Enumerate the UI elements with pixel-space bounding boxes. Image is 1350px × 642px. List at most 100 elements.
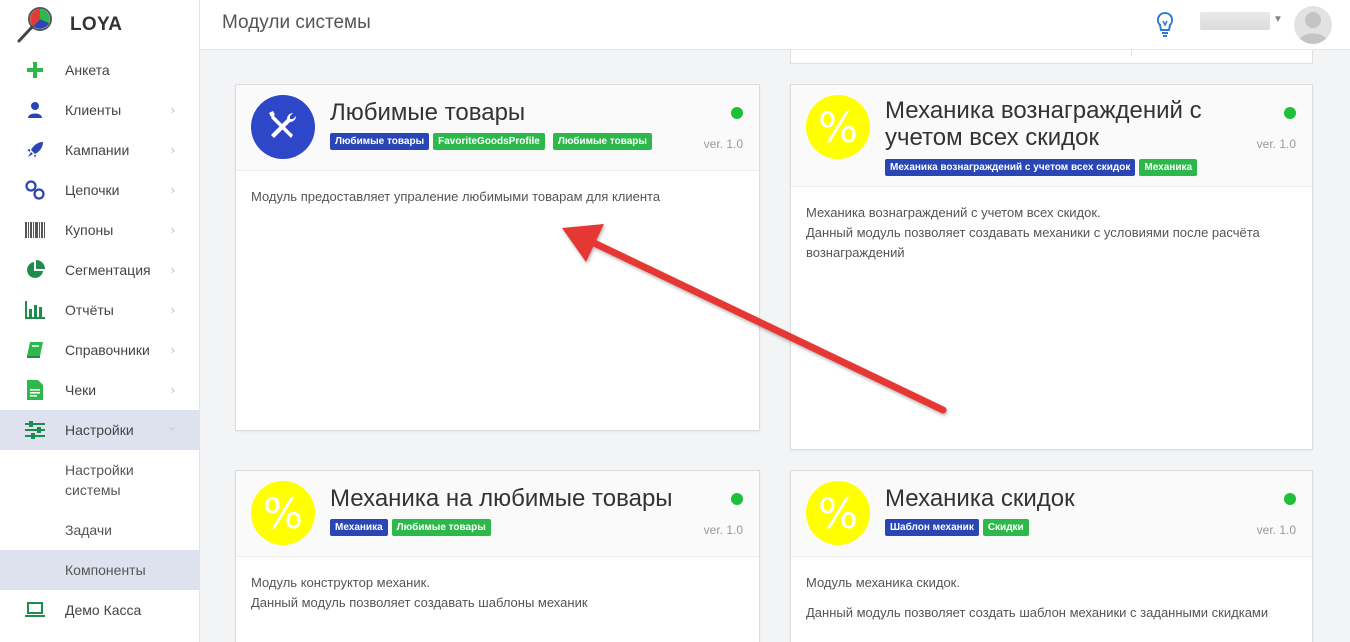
- card-description: Модуль механика скидок. Данный модуль по…: [791, 557, 1312, 639]
- card-description: Механика вознаграждений с учетом всех ск…: [791, 187, 1312, 279]
- sidebar-item-settings[interactable]: Настройки ›: [0, 410, 199, 450]
- card-tags: Шаблон механик Скидки: [885, 519, 1029, 536]
- card-version: ver. 1.0: [1256, 137, 1296, 151]
- lightbulb-icon[interactable]: [1155, 11, 1175, 44]
- pie-chart-icon: [24, 259, 46, 281]
- card-header: Любимые товары Любимые товары FavoriteGo…: [236, 85, 759, 171]
- card-version: ver. 1.0: [703, 523, 743, 537]
- receipt-icon: [24, 379, 46, 401]
- sidebar-item-label: Анкета: [65, 62, 110, 78]
- card-header: % Механика скидок Шаблон механик Скидки …: [791, 471, 1312, 557]
- book-icon: [24, 339, 46, 361]
- user-icon: [24, 99, 46, 121]
- sidebar-item-label: Купоны: [65, 222, 114, 238]
- sidebar-subitem-label: Задачи: [65, 522, 113, 538]
- tag[interactable]: FavoriteGoodsProfile: [433, 133, 545, 150]
- sidebar-item-references[interactable]: Справочники ›: [0, 330, 199, 370]
- avatar[interactable]: [1294, 6, 1332, 44]
- module-card-rewards-all-discounts[interactable]: % Механика вознаграждений с учетом всех …: [790, 84, 1313, 450]
- sidebar-item-label: Цепочки: [65, 182, 120, 198]
- page-title: Модули системы: [222, 12, 371, 33]
- sidebar-subitem-system-settings[interactable]: Настройки системы: [0, 450, 199, 510]
- sidebar-item-label: Клиенты: [65, 102, 122, 118]
- percent-symbol: %: [818, 488, 858, 538]
- card-tags: Любимые товары FavoriteGoodsProfile Люби…: [330, 133, 652, 150]
- card-description: Модуль предоставляет упраление любимыми …: [236, 171, 759, 223]
- card-title: Механика скидок: [885, 485, 1075, 512]
- sidebar-item-campaigns[interactable]: Кампании ›: [0, 130, 199, 170]
- sidebar-item-coupons[interactable]: Купоны ›: [0, 210, 199, 250]
- sidebar-item-demo-cashier[interactable]: Демо Касса: [0, 590, 199, 630]
- user-name-blurred[interactable]: [1200, 12, 1270, 30]
- sidebar-subitem-tasks[interactable]: Задачи: [0, 510, 199, 550]
- caret-down-icon[interactable]: ▼: [1273, 14, 1283, 25]
- tag[interactable]: Любимые товары: [330, 133, 430, 150]
- description-line: Модуль конструктор механик.: [251, 575, 430, 590]
- loya-logo-icon: [16, 5, 56, 45]
- card-description: Модуль конструктор механик. Данный модул…: [236, 557, 759, 629]
- card-header: % Механика на любимые товары Механика Лю…: [236, 471, 759, 557]
- module-card-favorite-goods-mechanics[interactable]: % Механика на любимые товары Механика Лю…: [235, 470, 760, 642]
- sidebar-item-anketa[interactable]: Анкета: [0, 50, 199, 90]
- chevron-right-icon: ›: [170, 222, 175, 237]
- sidebar-subitem-label: Настройки системы: [65, 462, 134, 498]
- card-version: ver. 1.0: [1256, 523, 1296, 537]
- card-title: Механика на любимые товары: [330, 485, 673, 512]
- status-active-indicator: [731, 107, 743, 119]
- barcode-icon: [24, 219, 46, 241]
- sidebar-item-label: Кампании: [65, 142, 130, 158]
- top-header: Модули системы ▼: [200, 0, 1350, 50]
- status-active-indicator: [731, 493, 743, 505]
- chevron-right-icon: ›: [170, 302, 175, 317]
- chevron-right-icon: ›: [170, 382, 175, 397]
- module-card-discount-mechanics[interactable]: % Механика скидок Шаблон механик Скидки …: [790, 470, 1313, 642]
- tag[interactable]: Механика: [330, 519, 388, 536]
- tag[interactable]: Любимые товары: [391, 519, 491, 536]
- sidebar-subitem-label: Компоненты: [65, 562, 146, 578]
- status-active-indicator: [1284, 493, 1296, 505]
- card-fragment: [790, 50, 1313, 64]
- card-tags: Механика вознаграждений с учетом всех ск…: [885, 159, 1198, 176]
- description-line: Данный модуль позволяет создавать шаблон…: [251, 595, 588, 610]
- chain-icon: [24, 179, 46, 201]
- wrench-screwdriver-icon: [251, 95, 315, 159]
- sidebar-item-reports[interactable]: Отчёты ›: [0, 290, 199, 330]
- percent-symbol: %: [263, 488, 303, 538]
- sidebar-item-label: Настройки: [65, 422, 134, 438]
- chevron-right-icon: ›: [170, 262, 175, 277]
- sidebar-subitem-components[interactable]: Компоненты: [0, 550, 199, 590]
- tag[interactable]: Шаблон механик: [885, 519, 979, 536]
- status-active-indicator: [1284, 107, 1296, 119]
- sidebar-item-chains[interactable]: Цепочки ›: [0, 170, 199, 210]
- tag[interactable]: Скидки: [982, 519, 1029, 536]
- percent-icon: %: [806, 95, 870, 159]
- card-title: Механика вознаграждений с учетом всех ск…: [885, 97, 1202, 151]
- tag[interactable]: Механика вознаграждений с учетом всех ск…: [885, 159, 1136, 176]
- card-header: % Механика вознаграждений с учетом всех …: [791, 85, 1312, 187]
- description-line: Данный модуль позволяет создать шаблон м…: [806, 605, 1269, 620]
- chevron-right-icon: ›: [170, 142, 175, 157]
- brand[interactable]: LOYA: [0, 0, 199, 50]
- chevron-right-icon: ›: [170, 102, 175, 117]
- sliders-icon: [24, 419, 46, 441]
- chevron-down-icon: ›: [165, 426, 181, 431]
- sidebar-item-clients[interactable]: Клиенты ›: [0, 90, 199, 130]
- chevron-right-icon: ›: [170, 182, 175, 197]
- percent-icon: %: [251, 481, 315, 545]
- module-card-favorite-goods[interactable]: Любимые товары Любимые товары FavoriteGo…: [235, 84, 760, 431]
- percent-icon: %: [806, 481, 870, 545]
- tag[interactable]: Любимые товары: [552, 133, 652, 150]
- sidebar-item-label: Демо Касса: [65, 602, 142, 618]
- plus-icon: [24, 59, 46, 81]
- main-content: Любимые товары Любимые товары FavoriteGo…: [200, 50, 1350, 642]
- tag[interactable]: Механика: [1139, 159, 1198, 176]
- card-tags: Механика Любимые товары: [330, 519, 491, 536]
- brand-name: LOYA: [70, 14, 123, 35]
- description-line: Механика вознаграждений с учетом всех ск…: [806, 205, 1101, 220]
- sidebar: LOYA Анкета Клиенты › Кампании › Цепочки…: [0, 0, 200, 642]
- sidebar-item-receipts[interactable]: Чеки ›: [0, 370, 199, 410]
- sidebar-item-label: Справочники: [65, 342, 150, 358]
- sidebar-item-label: Чеки: [65, 382, 97, 398]
- sidebar-item-label: Отчёты: [65, 302, 114, 318]
- sidebar-item-segmentation[interactable]: Сегментация ›: [0, 250, 199, 290]
